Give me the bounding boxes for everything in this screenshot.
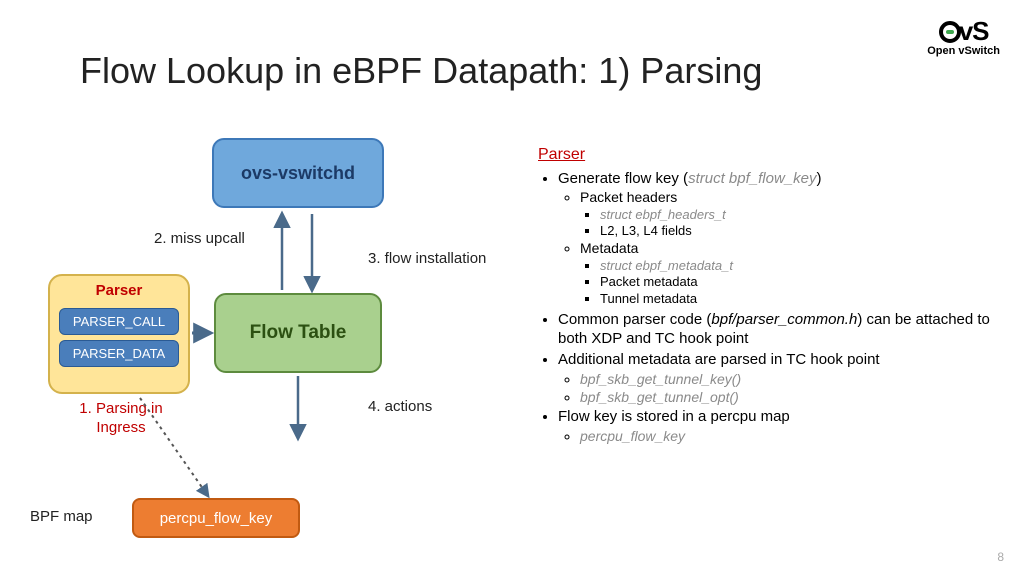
bullet-ebpf-metadata: struct ebpf_metadata_t <box>600 258 733 273</box>
box-ovs-vswitchd: ovs-vswitchd <box>212 138 384 208</box>
ovs-logo-sub: Open vSwitch <box>927 46 1000 57</box>
bullet-percpu-flow-key: percpu_flow_key <box>580 428 685 444</box>
chip-parser-call: PARSER_CALL <box>59 308 179 335</box>
right-header: Parser <box>538 145 998 165</box>
box-parser: Parser PARSER_CALL PARSER_DATA <box>48 274 190 394</box>
bullet-tunnel-key-fn: bpf_skb_get_tunnel_key() <box>580 371 741 387</box>
box-flow-table: Flow Table <box>214 293 382 373</box>
bullet-percpu-map: Flow key is stored in a percpu map <box>558 407 998 426</box>
label-bpf-map: BPF map <box>30 508 93 525</box>
box-percpu-flow-key: percpu_flow_key <box>132 498 300 538</box>
bullet-tunnel-metadata: Tunnel metadata <box>600 291 998 308</box>
bullet-l2l3l4: L2, L3, L4 fields <box>600 223 998 240</box>
bullet-common-parser: Common parser code (bpf/parser_common.h)… <box>558 310 998 348</box>
chip-parser-data: PARSER_DATA <box>59 340 179 367</box>
box-percpu-label: percpu_flow_key <box>160 510 273 527</box>
bullet-packet-metadata: Packet metadata <box>600 274 998 291</box>
box-parser-header: Parser <box>96 282 143 299</box>
box-flow-table-label: Flow Table <box>250 322 347 344</box>
bullet-generate-flow-key: Generate flow key (struct bpf_flow_key) … <box>558 169 998 307</box>
bullet-ebpf-headers: struct ebpf_headers_t <box>600 207 726 222</box>
ovs-logo-top: vS <box>927 18 1000 44</box>
label-actions: 4. actions <box>368 398 432 415</box>
label-flow-installation: 3. flow installation <box>368 250 486 267</box>
ovs-logo: vS Open vSwitch <box>927 18 1000 57</box>
page-number: 8 <box>997 550 1004 564</box>
bullet-additional-metadata: Additional metadata are parsed in TC hoo… <box>558 350 998 369</box>
label-parsing-ingress: 1. Parsing in Ingress <box>66 400 176 438</box>
label-miss-upcall: 2. miss upcall <box>154 230 245 247</box>
bullet-metadata: Metadata <box>580 240 998 258</box>
slide-title: Flow Lookup in eBPF Datapath: 1) Parsing <box>80 50 762 92</box>
bullet-tunnel-opt-fn: bpf_skb_get_tunnel_opt() <box>580 389 739 405</box>
box-ovs-vswitchd-label: ovs-vswitchd <box>241 163 355 184</box>
right-content: Parser Generate flow key (struct bpf_flo… <box>538 145 998 446</box>
bullet-packet-headers: Packet headers <box>580 189 998 207</box>
